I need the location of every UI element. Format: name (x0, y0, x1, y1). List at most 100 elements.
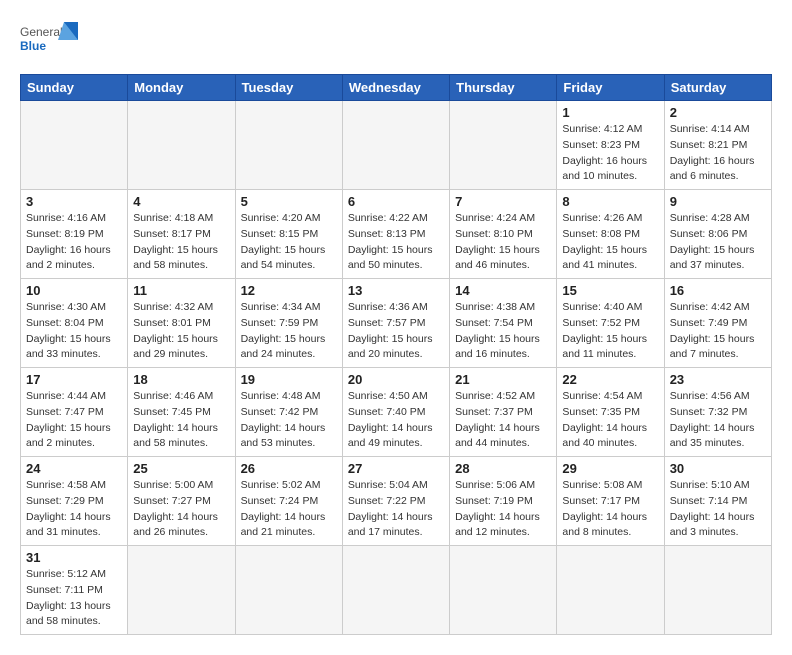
day-number: 24 (26, 461, 122, 476)
weekday-header: Sunday (21, 75, 128, 101)
day-number: 10 (26, 283, 122, 298)
weekday-header: Wednesday (342, 75, 449, 101)
day-number: 4 (133, 194, 229, 209)
day-info: Sunrise: 4:44 AM Sunset: 7:47 PM Dayligh… (26, 389, 122, 452)
day-number: 13 (348, 283, 444, 298)
day-number: 31 (26, 550, 122, 565)
calendar-day-cell (21, 101, 128, 190)
day-number: 19 (241, 372, 337, 387)
day-number: 17 (26, 372, 122, 387)
day-number: 3 (26, 194, 122, 209)
day-info: Sunrise: 4:32 AM Sunset: 8:01 PM Dayligh… (133, 300, 229, 363)
day-info: Sunrise: 4:24 AM Sunset: 8:10 PM Dayligh… (455, 211, 551, 274)
day-number: 8 (562, 194, 658, 209)
calendar-week-row: 31 Sunrise: 5:12 AM Sunset: 7:11 PM Dayli… (21, 546, 772, 635)
day-info: Sunrise: 4:12 AM Sunset: 8:23 PM Dayligh… (562, 122, 658, 185)
calendar-table: SundayMondayTuesdayWednesdayThursdayFrid… (20, 74, 772, 635)
calendar-day-cell: 23 Sunrise: 4:56 AM Sunset: 7:32 PM Dayli… (664, 368, 771, 457)
day-info: Sunrise: 4:48 AM Sunset: 7:42 PM Dayligh… (241, 389, 337, 452)
calendar-day-cell: 17 Sunrise: 4:44 AM Sunset: 7:47 PM Dayli… (21, 368, 128, 457)
day-info: Sunrise: 4:18 AM Sunset: 8:17 PM Dayligh… (133, 211, 229, 274)
day-info: Sunrise: 4:28 AM Sunset: 8:06 PM Dayligh… (670, 211, 766, 274)
calendar-header-row: SundayMondayTuesdayWednesdayThursdayFrid… (21, 75, 772, 101)
day-info: Sunrise: 4:26 AM Sunset: 8:08 PM Dayligh… (562, 211, 658, 274)
day-number: 5 (241, 194, 337, 209)
day-number: 29 (562, 461, 658, 476)
day-number: 20 (348, 372, 444, 387)
calendar-day-cell (128, 546, 235, 635)
calendar-day-cell (342, 546, 449, 635)
calendar-day-cell: 22 Sunrise: 4:54 AM Sunset: 7:35 PM Dayli… (557, 368, 664, 457)
day-number: 18 (133, 372, 229, 387)
calendar-day-cell: 16Sunrise: 4:42 AM Sunset: 7:49 PM Dayli… (664, 279, 771, 368)
calendar-day-cell: 26Sunrise: 5:02 AM Sunset: 7:24 PM Dayli… (235, 457, 342, 546)
calendar-day-cell (128, 101, 235, 190)
calendar-day-cell: 10 Sunrise: 4:30 AM Sunset: 8:04 PM Dayli… (21, 279, 128, 368)
calendar-day-cell: 3Sunrise: 4:16 AM Sunset: 8:19 PM Daylig… (21, 190, 128, 279)
day-number: 28 (455, 461, 551, 476)
day-number: 27 (348, 461, 444, 476)
day-info: Sunrise: 5:08 AM Sunset: 7:17 PM Dayligh… (562, 478, 658, 541)
calendar-day-cell: 1 Sunrise: 4:12 AM Sunset: 8:23 PM Daylig… (557, 101, 664, 190)
calendar-day-cell: 2 Sunrise: 4:14 AM Sunset: 8:21 PM Daylig… (664, 101, 771, 190)
day-info: Sunrise: 5:04 AM Sunset: 7:22 PM Dayligh… (348, 478, 444, 541)
logo-svg: General Blue (20, 20, 80, 64)
calendar-day-cell (342, 101, 449, 190)
calendar-day-cell: 21Sunrise: 4:52 AM Sunset: 7:37 PM Dayli… (450, 368, 557, 457)
calendar-day-cell (450, 101, 557, 190)
day-info: Sunrise: 4:22 AM Sunset: 8:13 PM Dayligh… (348, 211, 444, 274)
day-info: Sunrise: 5:12 AM Sunset: 7:11 PM Dayligh… (26, 567, 122, 630)
calendar-day-cell: 15 Sunrise: 4:40 AM Sunset: 7:52 PM Dayli… (557, 279, 664, 368)
day-info: Sunrise: 4:56 AM Sunset: 7:32 PM Dayligh… (670, 389, 766, 452)
day-number: 9 (670, 194, 766, 209)
day-number: 21 (455, 372, 551, 387)
calendar-day-cell: 25 Sunrise: 5:00 AM Sunset: 7:27 PM Dayli… (128, 457, 235, 546)
calendar-day-cell: 5Sunrise: 4:20 AM Sunset: 8:15 PM Daylig… (235, 190, 342, 279)
day-info: Sunrise: 4:54 AM Sunset: 7:35 PM Dayligh… (562, 389, 658, 452)
calendar-day-cell: 14 Sunrise: 4:38 AM Sunset: 7:54 PM Dayli… (450, 279, 557, 368)
calendar-day-cell (235, 546, 342, 635)
day-info: Sunrise: 4:58 AM Sunset: 7:29 PM Dayligh… (26, 478, 122, 541)
calendar-day-cell: 28 Sunrise: 5:06 AM Sunset: 7:19 PM Dayli… (450, 457, 557, 546)
calendar-day-cell: 4 Sunrise: 4:18 AM Sunset: 8:17 PM Daylig… (128, 190, 235, 279)
page-header: General Blue (20, 20, 772, 64)
day-info: Sunrise: 5:10 AM Sunset: 7:14 PM Dayligh… (670, 478, 766, 541)
day-info: Sunrise: 4:34 AM Sunset: 7:59 PM Dayligh… (241, 300, 337, 363)
calendar-day-cell: 7 Sunrise: 4:24 AM Sunset: 8:10 PM Daylig… (450, 190, 557, 279)
day-info: Sunrise: 4:14 AM Sunset: 8:21 PM Dayligh… (670, 122, 766, 185)
day-info: Sunrise: 4:40 AM Sunset: 7:52 PM Dayligh… (562, 300, 658, 363)
day-info: Sunrise: 4:42 AM Sunset: 7:49 PM Dayligh… (670, 300, 766, 363)
weekday-header: Friday (557, 75, 664, 101)
day-info: Sunrise: 5:00 AM Sunset: 7:27 PM Dayligh… (133, 478, 229, 541)
day-number: 14 (455, 283, 551, 298)
day-number: 23 (670, 372, 766, 387)
calendar-day-cell (450, 546, 557, 635)
weekday-header: Tuesday (235, 75, 342, 101)
day-info: Sunrise: 4:46 AM Sunset: 7:45 PM Dayligh… (133, 389, 229, 452)
day-info: Sunrise: 5:06 AM Sunset: 7:19 PM Dayligh… (455, 478, 551, 541)
calendar-day-cell: 29 Sunrise: 5:08 AM Sunset: 7:17 PM Dayli… (557, 457, 664, 546)
calendar-week-row: 1 Sunrise: 4:12 AM Sunset: 8:23 PM Daylig… (21, 101, 772, 190)
day-number: 6 (348, 194, 444, 209)
day-number: 25 (133, 461, 229, 476)
logo: General Blue (20, 20, 80, 64)
day-number: 1 (562, 105, 658, 120)
day-number: 22 (562, 372, 658, 387)
day-number: 11 (133, 283, 229, 298)
day-info: Sunrise: 4:30 AM Sunset: 8:04 PM Dayligh… (26, 300, 122, 363)
day-number: 2 (670, 105, 766, 120)
weekday-header: Saturday (664, 75, 771, 101)
day-info: Sunrise: 4:36 AM Sunset: 7:57 PM Dayligh… (348, 300, 444, 363)
calendar-day-cell: 18 Sunrise: 4:46 AM Sunset: 7:45 PM Dayli… (128, 368, 235, 457)
day-number: 7 (455, 194, 551, 209)
calendar-day-cell: 24 Sunrise: 4:58 AM Sunset: 7:29 PM Dayli… (21, 457, 128, 546)
day-info: Sunrise: 4:38 AM Sunset: 7:54 PM Dayligh… (455, 300, 551, 363)
svg-text:General: General (20, 25, 63, 39)
day-number: 15 (562, 283, 658, 298)
svg-text:Blue: Blue (20, 39, 46, 53)
day-number: 30 (670, 461, 766, 476)
calendar-day-cell: 8 Sunrise: 4:26 AM Sunset: 8:08 PM Daylig… (557, 190, 664, 279)
calendar-day-cell: 6 Sunrise: 4:22 AM Sunset: 8:13 PM Daylig… (342, 190, 449, 279)
calendar-day-cell: 20Sunrise: 4:50 AM Sunset: 7:40 PM Dayli… (342, 368, 449, 457)
calendar-day-cell (557, 546, 664, 635)
